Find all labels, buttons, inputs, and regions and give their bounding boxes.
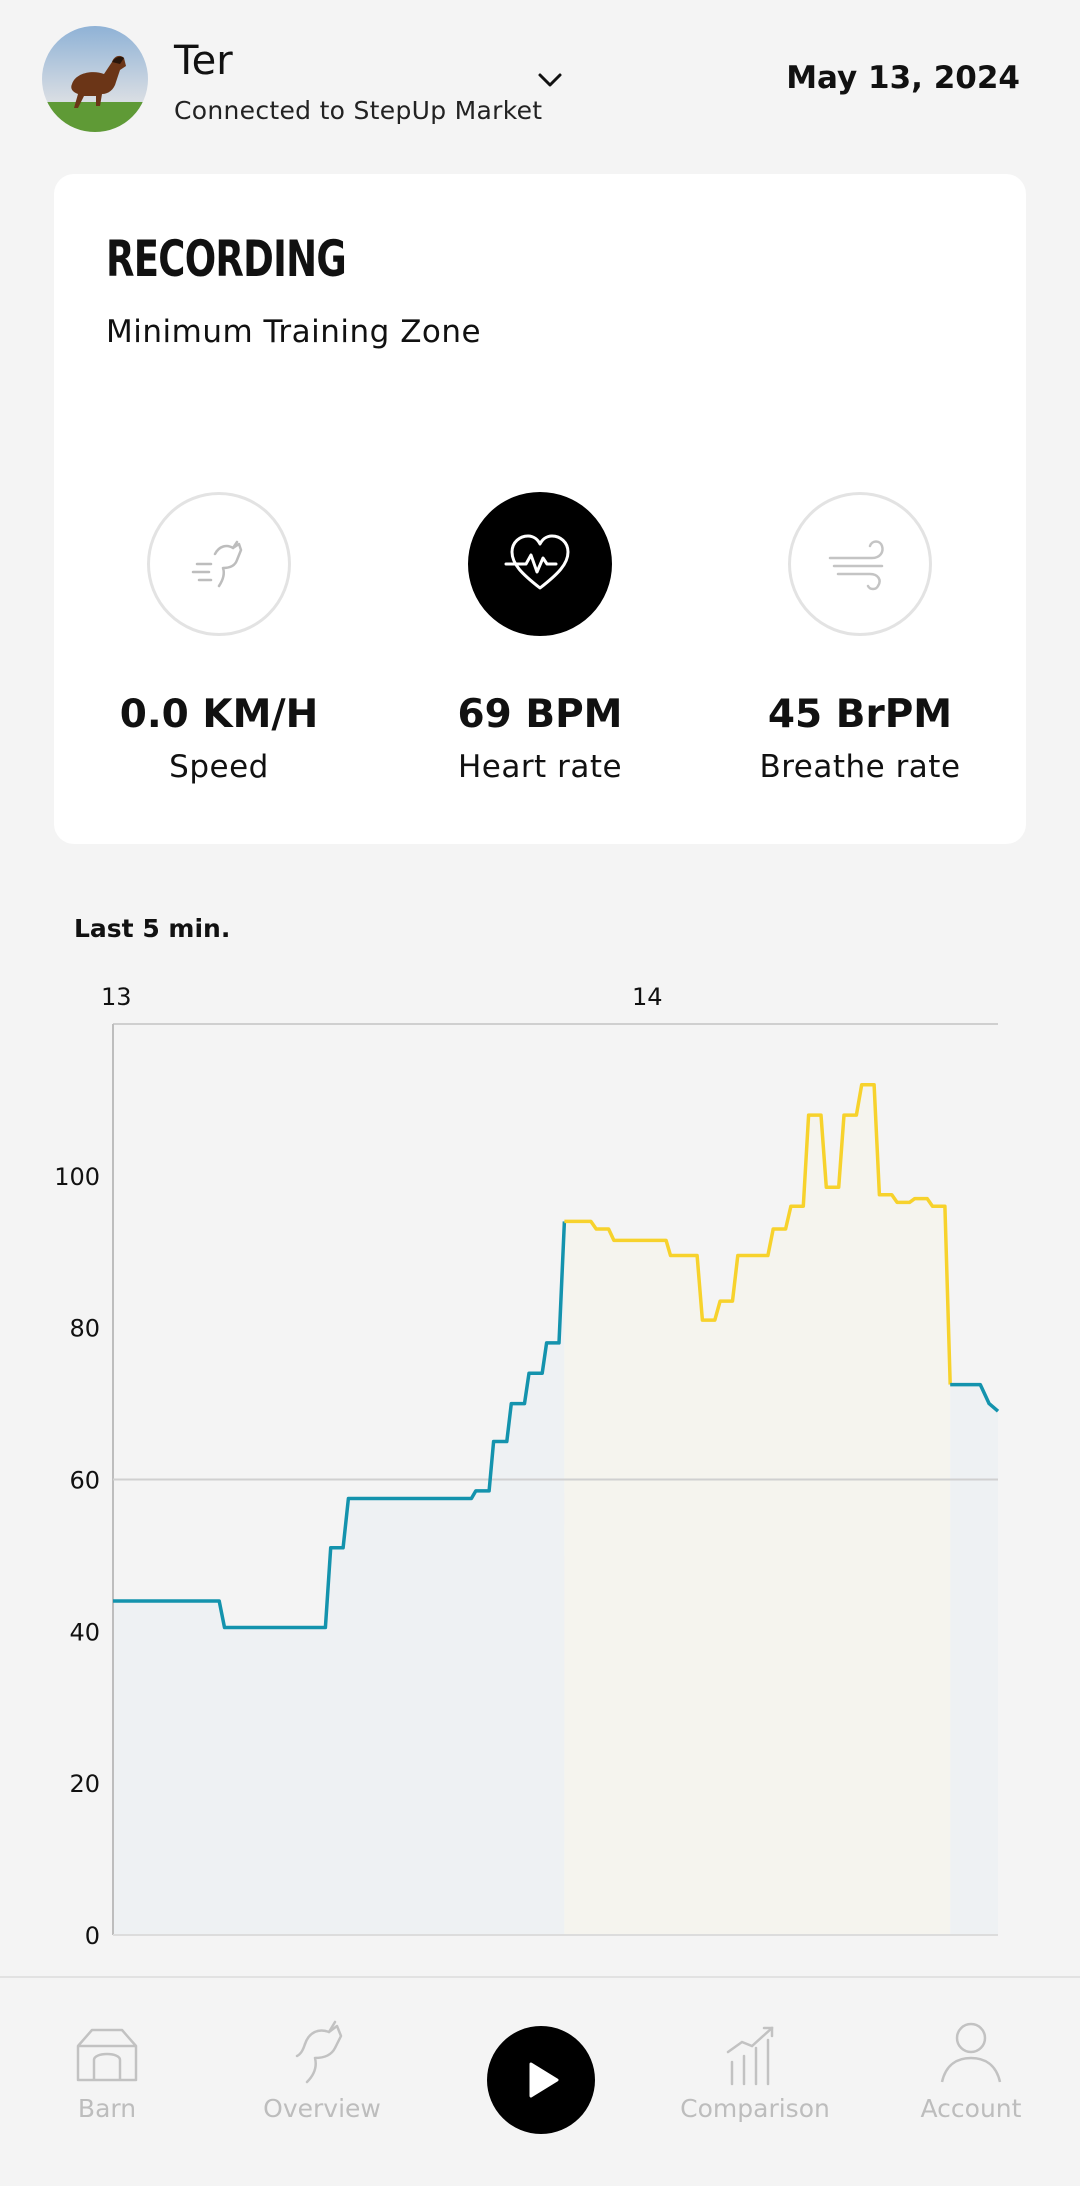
nav-barn-label: Barn — [77, 2094, 137, 2123]
nav-comparison[interactable]: Comparison — [655, 2018, 855, 2123]
area-fill-below-zone — [113, 1221, 565, 1935]
y-tick-label: 100 — [54, 1163, 100, 1191]
app-screen: Ter Connected to StepUp Market May 13, 2… — [0, 0, 1080, 2186]
heart-pulse-icon — [504, 534, 570, 590]
y-tick-label: 20 — [69, 1770, 100, 1798]
breathe-rate-toggle-button[interactable] — [788, 492, 932, 636]
chart-canvas: 0 20 40 60 80 100 13 14 — [54, 983, 1000, 1950]
current-date: May 13, 2024 — [786, 60, 1020, 96]
chart-caption: Last 5 min. — [74, 914, 231, 943]
user-icon — [940, 2022, 1002, 2083]
speed-toggle-button[interactable] — [147, 492, 291, 636]
nav-overview-label: Overview — [263, 2094, 381, 2123]
y-tick-label: 40 — [69, 1618, 100, 1646]
horse-avatar[interactable] — [42, 26, 148, 132]
bottom-navigation: Barn Overview Comparison Account — [0, 1976, 1080, 2186]
recording-title: RECORDING — [106, 230, 347, 288]
nav-account[interactable]: Account — [871, 2018, 1071, 2123]
heart-rate-toggle-button[interactable] — [468, 492, 612, 636]
nav-barn[interactable]: Barn — [7, 2018, 207, 2123]
metric-speed: 0.0 KM/H Speed — [59, 492, 379, 785]
horse-photo-icon — [42, 26, 148, 132]
breathe-rate-label: Breathe rate — [759, 749, 961, 785]
horse-selector-dropdown[interactable] — [530, 60, 570, 100]
play-icon — [529, 2062, 559, 2098]
heart-rate-label: Heart rate — [457, 749, 623, 785]
area-fill-below-zone — [950, 1384, 998, 1935]
metric-breathe-rate: 45 BrPM Breathe rate — [700, 492, 1020, 785]
chevron-down-icon — [538, 73, 562, 87]
wind-icon — [828, 540, 884, 591]
barn-icon — [76, 2028, 138, 2082]
nav-comparison-label: Comparison — [680, 2094, 830, 2123]
y-tick-label: 0 — [85, 1922, 100, 1950]
horse-head-icon — [295, 2020, 343, 2084]
recording-card: RECORDING Minimum Training Zone 0.0 KM/H… — [54, 174, 1026, 844]
heart-rate-chart: 0 20 40 60 80 100 13 14 — [0, 960, 1080, 1950]
header: Ter Connected to StepUp Market May 13, 2… — [0, 0, 1080, 160]
y-tick-label: 80 — [69, 1315, 100, 1343]
connection-status: Connected to StepUp Market — [174, 96, 543, 125]
speed-label: Speed — [169, 749, 269, 785]
area-fill-in-zone — [564, 1084, 951, 1935]
x-tick-label: 14 — [632, 983, 663, 1011]
nav-overview[interactable]: Overview — [222, 2018, 422, 2123]
nav-account-label: Account — [920, 2094, 1022, 2123]
heart-rate-value: 69 BPM — [457, 692, 623, 737]
x-tick-label: 13 — [101, 983, 132, 1011]
horse-name: Ter — [174, 38, 233, 84]
speed-value: 0.0 KM/H — [119, 692, 319, 737]
start-recording-button[interactable] — [487, 2026, 595, 2134]
metric-heart-rate: 69 BPM Heart rate — [380, 492, 700, 785]
breathe-rate-value: 45 BrPM — [767, 692, 953, 737]
y-tick-label: 60 — [69, 1467, 100, 1495]
horse-speed-icon — [191, 540, 243, 588]
training-zone-label: Minimum Training Zone — [106, 314, 482, 350]
chart-growth-icon — [726, 2026, 774, 2086]
